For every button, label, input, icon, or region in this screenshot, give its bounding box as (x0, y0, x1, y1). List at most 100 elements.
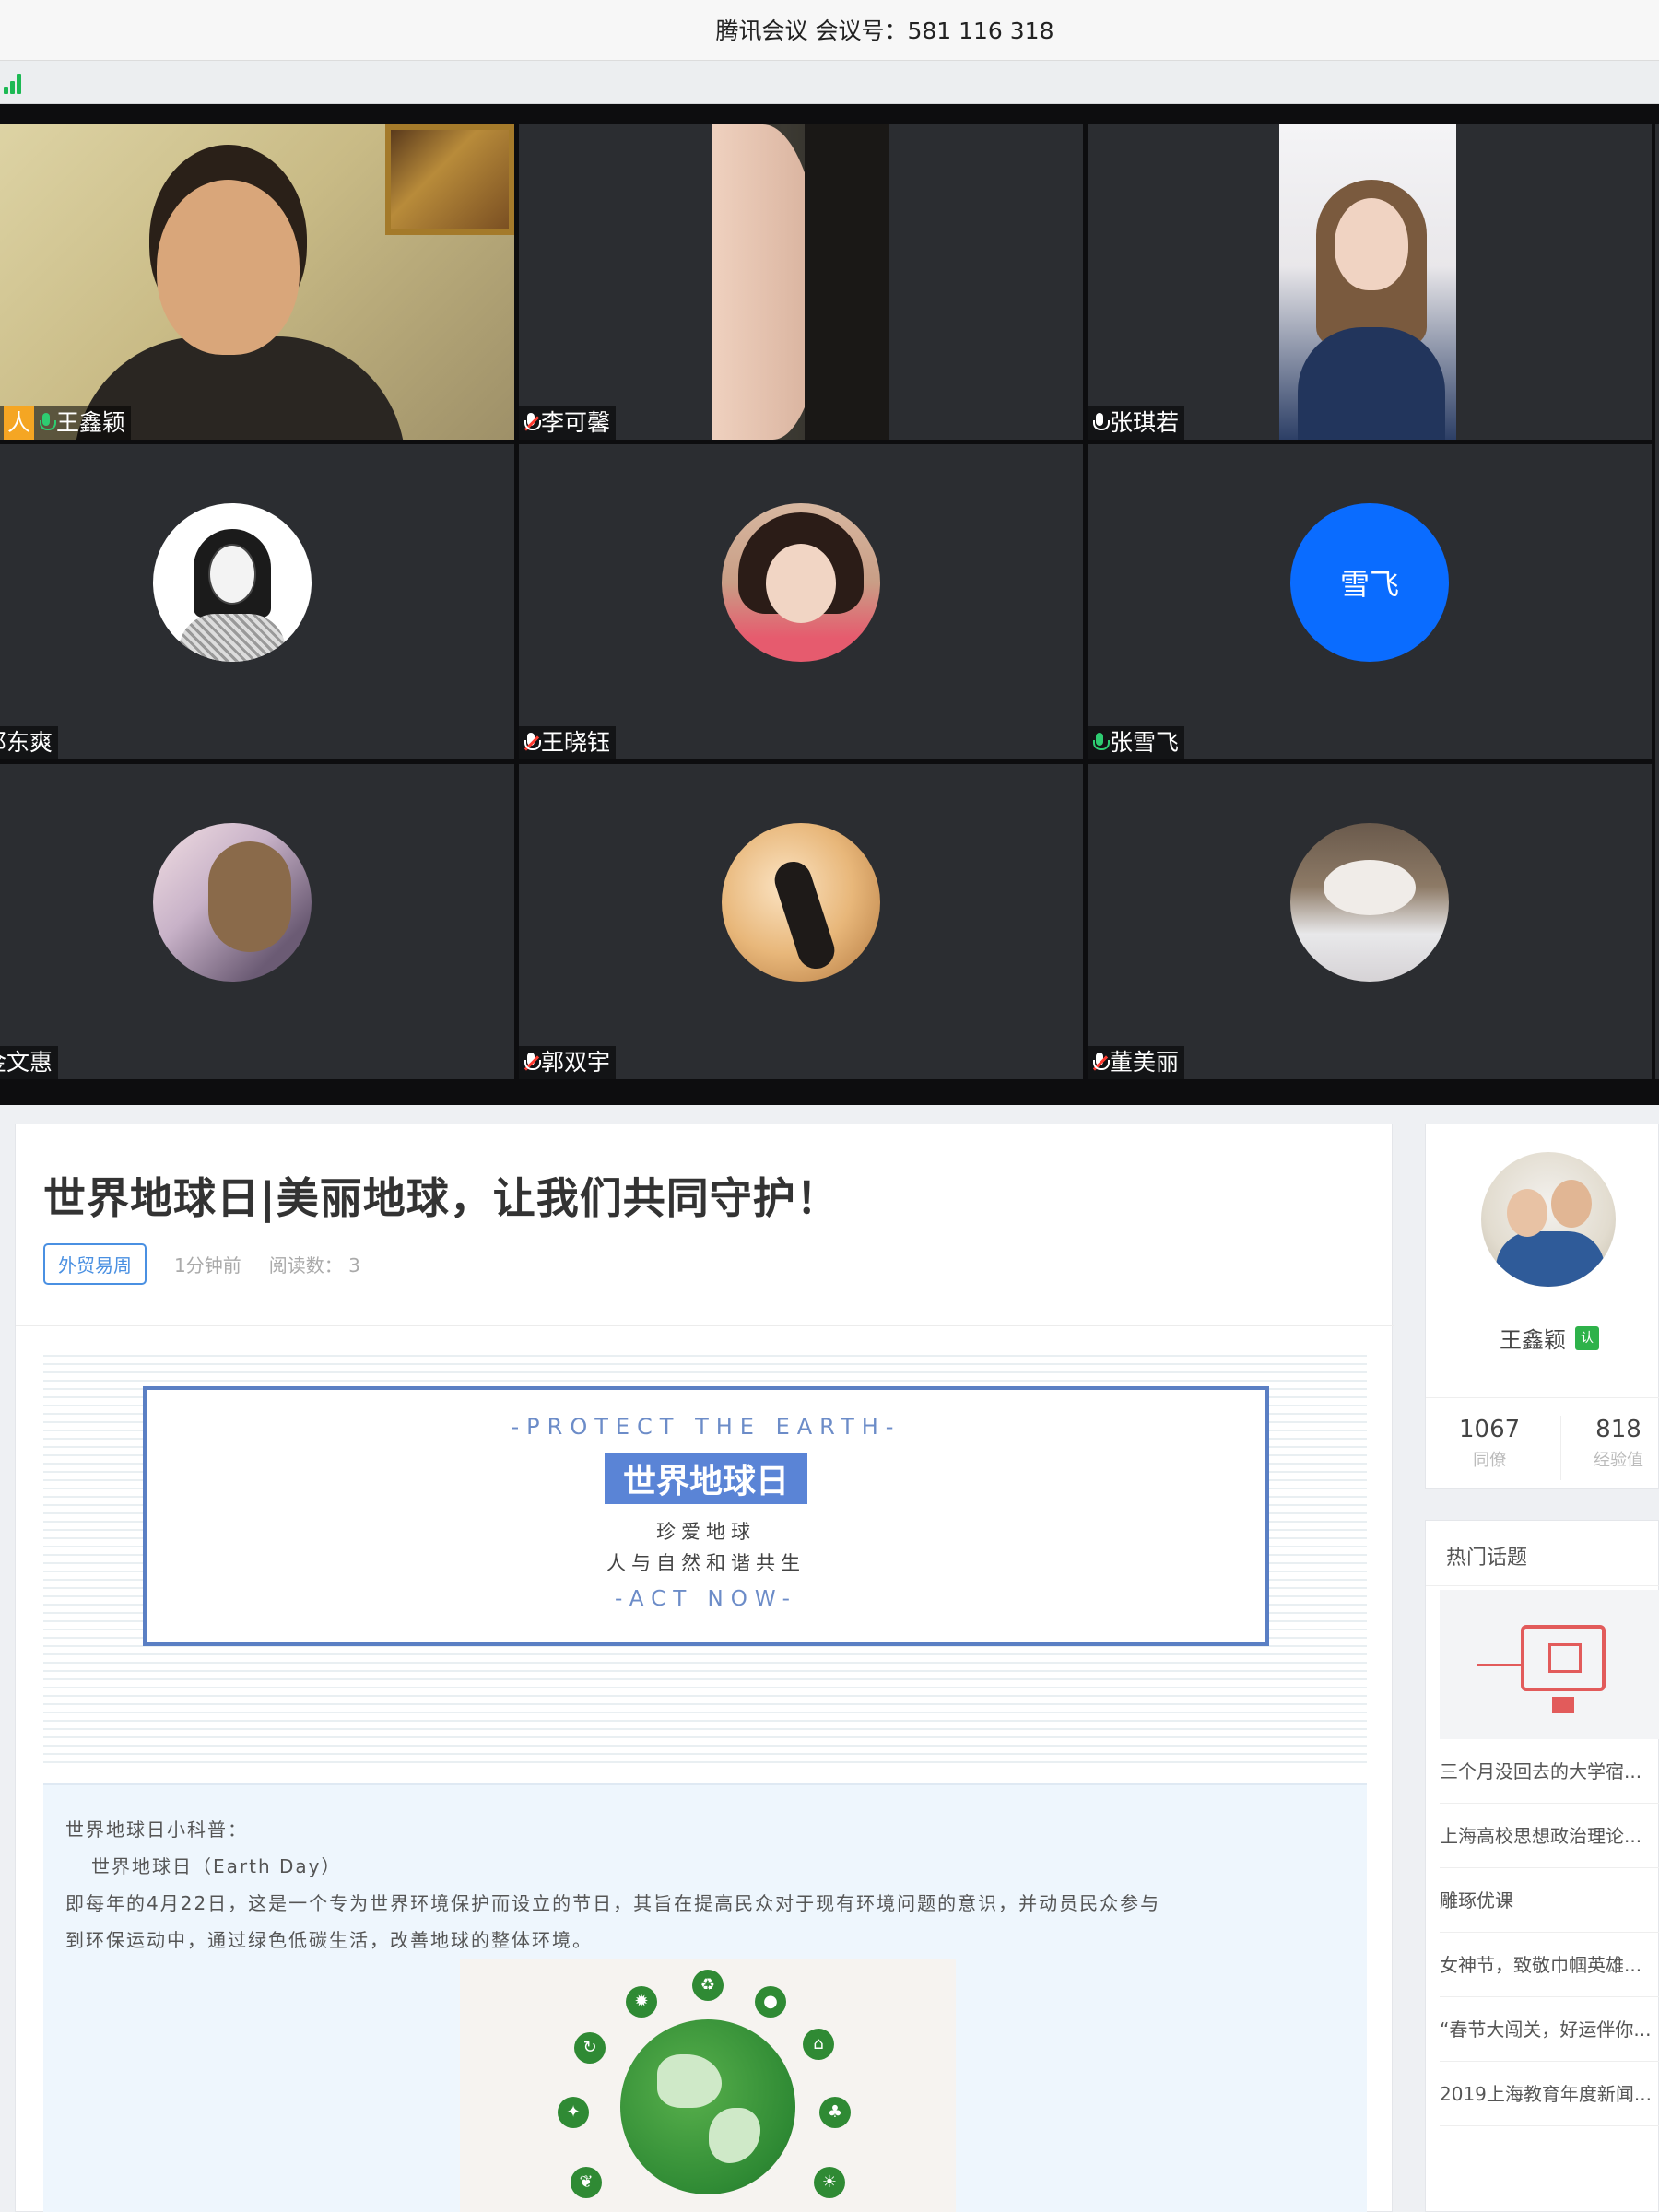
article-panel: 世界地球日|美丽地球，让我们共同守护！ 外贸易周 1分钟前 阅读数： 3 -PR… (15, 1124, 1394, 2212)
video-tile[interactable]: 郭双宇 (519, 764, 1083, 1079)
participant-video (0, 124, 514, 440)
topic-link[interactable]: 上海高校思想政治理论... (1440, 1804, 1659, 1868)
participant-name: 金文惠 (0, 1049, 53, 1076)
read-count: 阅读数： 3 (268, 1253, 360, 1277)
banner-card: -PROTECT THE EARTH- 世界地球日 珍爱地球 人与自然和谐共生 … (143, 1386, 1269, 1646)
divider (1426, 1397, 1659, 1398)
participant-avatar (153, 823, 312, 982)
participant-name: 郭双宇 (541, 1049, 611, 1076)
bulb-icon: ✦ (558, 2097, 589, 2128)
participant-avatar (1290, 823, 1449, 982)
topic-thumbnail[interactable] (1440, 1590, 1659, 1739)
author-profile-card: 王鑫颖 认 1067 同僚 818 经验值 (1425, 1124, 1659, 1489)
topic-link[interactable]: 女神节，致敬巾帼英雄... (1440, 1933, 1659, 1997)
mic-muted-icon (523, 1051, 541, 1075)
participant-name: 邓东爽 (0, 729, 53, 756)
topic-link[interactable]: “春节大闯关，好运伴你... (1440, 1997, 1659, 2062)
participant-nametag: 李可馨 (519, 406, 617, 440)
meeting-titlebar: 腾讯会议 会议号：581 116 318 (0, 0, 1659, 61)
participant-nametag: 王晓钰 (519, 726, 617, 759)
video-tile[interactable]: 王晓钰 (519, 444, 1083, 759)
earth-day-banner: -PROTECT THE EARTH- 世界地球日 珍爱地球 人与自然和谐共生 … (43, 1355, 1367, 1770)
stat-label: 经验值 (1594, 1451, 1643, 1470)
leaf-icon: ❦ (571, 2167, 602, 2198)
network-signal-icon[interactable] (4, 72, 28, 94)
host-label: 人 (4, 406, 35, 440)
body-text: 世界地球日（Earth Day） (91, 1855, 342, 1877)
category-tag[interactable]: 外贸易周 (43, 1242, 147, 1285)
house-icon: ⌂ (803, 2029, 834, 2060)
participant-nametag: 张雪飞 (1088, 726, 1185, 759)
body-text: 到环保运动中，通过绿色低碳生活，改善地球的整体环境。 (65, 1929, 593, 1951)
publish-time: 1分钟前 (174, 1253, 241, 1277)
topic-link[interactable]: 2019上海教育年度新闻... (1440, 2062, 1659, 2126)
video-tile[interactable]: 张琪若 (1088, 124, 1652, 440)
video-tile[interactable]: 邓东爽 (0, 444, 514, 759)
mic-muted-icon (523, 411, 541, 435)
author-name-row: 王鑫颖 认 (1500, 1322, 1599, 1354)
participant-avatar (722, 823, 880, 982)
topic-link[interactable]: 三个月没回去的大学宿... (1440, 1739, 1659, 1804)
participant-name: 王鑫颖 (56, 409, 126, 436)
globe-icon (620, 2019, 795, 2194)
banner-act-now: -ACT NOW- (615, 1587, 797, 1611)
recycle-bin-icon: ♻ (692, 1970, 724, 2001)
stat-label: 同僚 (1473, 1451, 1507, 1470)
participant-nametag: 人 王鑫颖 (0, 406, 132, 440)
tree-icon: ♣ (819, 2097, 851, 2128)
meeting-title: 腾讯会议 会议号：581 116 318 (715, 18, 1054, 44)
video-tile[interactable]: 李可馨 (519, 124, 1083, 440)
participant-avatar (722, 503, 880, 662)
author-name[interactable]: 王鑫颖 (1500, 1322, 1566, 1354)
article-body: 世界地球日小科普： 世界地球日（Earth Day） 即每年的4月22日，这是一… (43, 1783, 1367, 2212)
grid-edge (1655, 124, 1659, 1079)
body-text: 即每年的4月22日，这是一个专为世界环境保护而设立的节日，其旨在提高民众对于现有… (65, 1892, 1161, 1914)
participant-nametag: 金文惠 (0, 1046, 59, 1079)
hot-topics-panel: 热门话题 三个月没回去的大学宿... 上海高校思想政治理论... 雕琢优课 女神… (1425, 1520, 1659, 2212)
stat-colleagues[interactable]: 1067 同僚 (1459, 1416, 1520, 1471)
topic-link[interactable]: 雕琢优课 (1440, 1868, 1659, 1933)
body-text: 世界地球日小科普： (65, 1818, 248, 1841)
participant-name: 张雪飞 (1110, 729, 1180, 756)
divider (1560, 1416, 1561, 1480)
video-tile[interactable]: 雪飞 张雪飞 (1088, 444, 1652, 759)
participant-video (1279, 124, 1456, 440)
divider (1426, 1585, 1659, 1586)
mic-muted-icon (1091, 1051, 1110, 1075)
participant-nametag: 郭双宇 (519, 1046, 617, 1079)
stat-number: 1067 (1459, 1416, 1521, 1443)
lightbulb-icon: ☀ (814, 2167, 845, 2198)
earth-illustration: ♻ ✹ ● ↻ ⌂ ♣ ✦ ❦ ☀ (460, 1959, 956, 2212)
shared-webpage: 世界地球日|美丽地球，让我们共同守护！ 外贸易周 1分钟前 阅读数： 3 -PR… (0, 1105, 1659, 2212)
hot-topics-heading: 热门话题 (1446, 1547, 1528, 1570)
water-drop-icon: ● (755, 1986, 786, 2018)
video-grid: 人 王鑫颖 李可馨 张琪若 邓东爽 (0, 104, 1659, 1105)
participant-nametag: 邓东爽 (0, 726, 59, 759)
banner-subtitle: 珍爱地球 (656, 1521, 756, 1543)
stat-experience[interactable]: 818 经验值 (1594, 1416, 1643, 1471)
banner-english-title: -PROTECT THE EARTH- (511, 1414, 901, 1440)
author-avatar[interactable] (1481, 1152, 1616, 1287)
participant-name: 董美丽 (1110, 1049, 1180, 1076)
video-tile[interactable]: 金文惠 (0, 764, 514, 1079)
participant-video (712, 124, 889, 440)
article-meta: 外贸易周 1分钟前 阅读数： 3 (43, 1242, 388, 1285)
mic-muted-icon (523, 731, 541, 755)
participant-name: 张琪若 (1110, 409, 1180, 436)
banner-subtitle: 人与自然和谐共生 (606, 1552, 806, 1574)
verified-badge: 认 (1575, 1325, 1599, 1350)
participant-nametag: 董美丽 (1088, 1046, 1185, 1079)
video-tile[interactable]: 人 王鑫颖 (0, 124, 514, 440)
arrow-cycle-icon: ↻ (574, 2032, 606, 2064)
banner-chinese-title: 世界地球日 (604, 1453, 807, 1504)
wall-picture (385, 124, 514, 235)
mic-on-icon (38, 411, 57, 435)
video-tile[interactable]: 董美丽 (1088, 764, 1652, 1079)
sun-icon: ✹ (626, 1986, 657, 2018)
participant-avatar (153, 503, 312, 662)
mic-icon (1091, 411, 1110, 435)
participant-avatar: 雪飞 (1290, 503, 1449, 662)
stat-number: 818 (1595, 1416, 1641, 1443)
participant-name: 李可馨 (541, 409, 611, 436)
meeting-statusbar (0, 61, 1659, 104)
